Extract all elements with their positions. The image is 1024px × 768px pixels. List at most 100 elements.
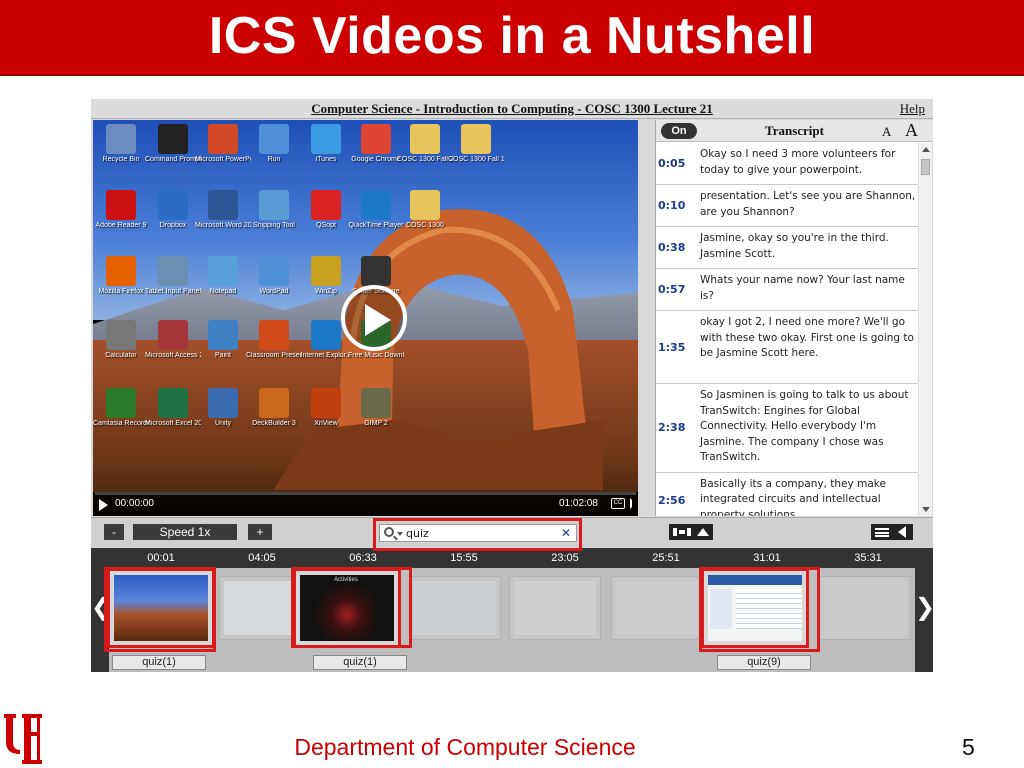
transcript-text: So Jasminen is going to talk to us about… <box>700 389 909 463</box>
transcript-entry[interactable]: 2:56 Basically its a company, they make i… <box>656 473 918 517</box>
app-icon <box>311 124 341 154</box>
desktop-icon-label: WordPad <box>259 288 289 295</box>
desktop-icon-label: GIMP 2 <box>364 420 388 427</box>
transcript-panel-toggle[interactable] <box>871 524 913 540</box>
desktop-icon: Notepad <box>195 256 251 296</box>
app-icon <box>158 190 188 220</box>
match-label-3[interactable]: quiz(9) <box>717 655 811 670</box>
transcript-entry[interactable]: 0:57 Whats your name now? Your last name … <box>656 269 918 311</box>
transcript-entry[interactable]: 1:35 okay I got 2, I need one more? We'll… <box>656 311 918 384</box>
lecture-title-link[interactable]: Computer Science - Introduction to Compu… <box>91 101 933 117</box>
desktop-icon: Mozilla Firefox <box>93 256 149 296</box>
help-link[interactable]: Help <box>900 101 925 117</box>
desktop-icon-label: Camtasia Recorder <box>93 420 149 427</box>
thumbnail[interactable] <box>409 576 501 640</box>
thumbnail[interactable] <box>819 576 911 640</box>
thumbnail-strip-toggle[interactable] <box>669 524 713 540</box>
chevron-up-icon <box>697 528 709 536</box>
desktop-icon-label: Calculator <box>105 352 137 359</box>
desktop-icon-label: Google Chrome <box>351 156 401 163</box>
desktop-icon: WordPad <box>246 256 302 296</box>
video-progress-bar[interactable] <box>95 492 636 495</box>
strip-timestamp[interactable]: 06:33 <box>333 552 393 564</box>
player-header: Computer Science - Introduction to Compu… <box>91 99 933 119</box>
desktop-icon-label: Command Prompt <box>145 156 201 163</box>
desktop-icon: Unity <box>195 388 251 428</box>
slide-title-bar: ICS Videos in a Nutshell <box>0 0 1024 76</box>
app-icon <box>410 124 440 154</box>
transcript-timestamp[interactable]: 1:35 <box>658 341 685 354</box>
transcript-timestamp[interactable]: 2:56 <box>658 494 685 507</box>
play-overlay-button[interactable] <box>341 285 407 351</box>
speed-decrease-button[interactable]: - <box>104 524 124 540</box>
closed-caption-button[interactable]: CC <box>611 498 625 509</box>
strip-next-button[interactable]: ❯ <box>915 548 935 672</box>
current-time: 00:00:00 <box>115 498 154 509</box>
video-controls: 00:00:00 01:02:08 CC <box>93 492 638 516</box>
desktop-icon: Command Prompt <box>145 124 201 164</box>
scroll-up-icon[interactable] <box>922 147 930 152</box>
chevron-left-icon <box>898 526 906 538</box>
app-icon <box>208 190 238 220</box>
scroll-down-icon[interactable] <box>922 507 930 512</box>
speed-display: Speed 1x <box>133 524 237 540</box>
transcript-timestamp[interactable]: 0:05 <box>658 157 685 170</box>
desktop-icon: XnView <box>298 388 354 428</box>
desktop-icon: Tablet Input Panel <box>145 256 201 296</box>
strip-timestamp[interactable]: 35:31 <box>838 552 898 564</box>
strip-timestamp[interactable]: 25:51 <box>636 552 696 564</box>
transcript-entry[interactable]: 0:38 Jasmine, okay so you're in the third… <box>656 227 918 269</box>
fullscreen-icon[interactable] <box>630 498 638 509</box>
desktop-icon-label: Mozilla Firefox <box>98 288 144 295</box>
transcript-timestamp[interactable]: 2:38 <box>658 421 685 434</box>
thumbnail[interactable] <box>611 576 703 640</box>
desktop-icon: Adobe Reader 9 <box>93 190 149 230</box>
transcript-text: Whats your name now? Your last name is? <box>700 274 905 302</box>
transcript-timestamp[interactable]: 0:10 <box>658 199 685 212</box>
speed-increase-button[interactable]: + <box>248 524 272 540</box>
match-label-1[interactable]: quiz(1) <box>112 655 206 670</box>
strip-timestamp[interactable]: 23:05 <box>535 552 595 564</box>
desktop-icon-label: XnView <box>314 420 338 427</box>
strip-timestamp[interactable]: 00:01 <box>131 552 191 564</box>
app-icon <box>259 320 289 350</box>
thumbnail[interactable] <box>509 576 601 640</box>
transcript-scrollbar[interactable] <box>918 143 932 516</box>
transcript-timestamp[interactable]: 0:38 <box>658 241 685 254</box>
app-icon <box>361 124 391 154</box>
desktop-icon: Google Chrome <box>348 124 404 164</box>
transcript-entry[interactable]: 0:05 Okay so I need 3 more volunteers for… <box>656 143 918 185</box>
desktop-icon: Camtasia Recorder <box>93 388 149 428</box>
match-label-2[interactable]: quiz(1) <box>313 655 407 670</box>
strip-timeline: 00:01 04:05 06:33 15:55 23:05 25:51 31:01 35:31 <box>109 548 915 568</box>
decrease-font-button[interactable]: A <box>882 124 891 140</box>
app-icon <box>461 124 491 154</box>
transcript-entry[interactable]: 0:10 presentation. Let's see you are Shan… <box>656 185 918 227</box>
scroll-thumb[interactable] <box>921 159 930 175</box>
transcript-entry[interactable]: 2:38 So Jasminen is going to talk to us a… <box>656 384 918 473</box>
strip-timestamp[interactable]: 04:05 <box>232 552 292 564</box>
desktop-icon-label: WinZip <box>315 288 337 295</box>
app-icon <box>361 190 391 220</box>
desktop-icon-label: iTunes <box>315 156 337 163</box>
desktop-icon: Calculator <box>93 320 149 360</box>
play-icon <box>365 304 391 336</box>
desktop-icon: Run <box>246 124 302 164</box>
match-highlight-3 <box>699 567 820 652</box>
desktop-icon-label: Microsoft Word 2010 <box>195 222 251 229</box>
increase-font-button[interactable]: A <box>905 120 918 141</box>
strip-timestamp[interactable]: 31:01 <box>737 552 797 564</box>
desktop-icon-label: DeckBuilder 3 <box>252 420 296 427</box>
list-icon <box>875 528 889 537</box>
video-area[interactable]: Recycle Bin Command Prompt Microsoft Power… <box>93 120 638 516</box>
department-footer: Department of Computer Science <box>294 734 636 760</box>
transcript-timestamp[interactable]: 0:57 <box>658 283 685 296</box>
desktop-icon-label: Run <box>267 156 281 163</box>
duration: 01:02:08 <box>559 498 598 509</box>
desktop-icon-label: Notepad <box>209 288 237 295</box>
app-icon <box>259 256 289 286</box>
strip-timestamp[interactable]: 15:55 <box>434 552 494 564</box>
app-icon <box>259 190 289 220</box>
play-icon[interactable] <box>99 499 108 511</box>
grid-icon <box>673 528 691 536</box>
